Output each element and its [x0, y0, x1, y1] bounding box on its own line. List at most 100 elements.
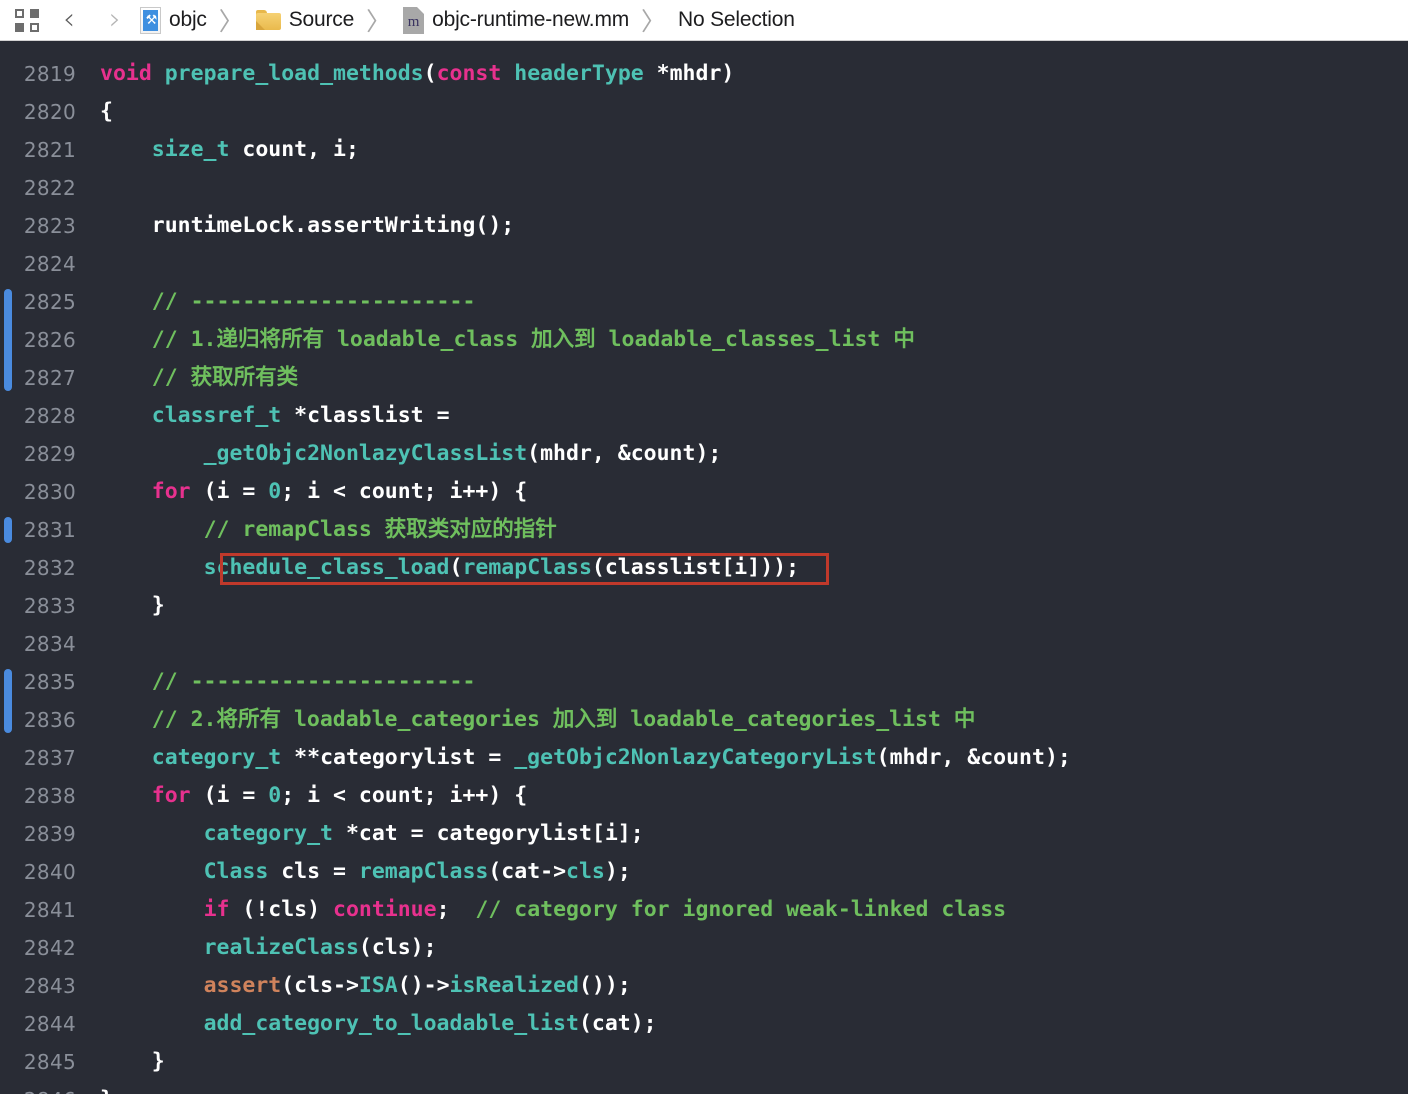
code-line[interactable]: 2844 add_category_to_loadable_list(cat);: [0, 1005, 1408, 1043]
code-line[interactable]: 2820 {: [0, 93, 1408, 131]
chevron-left-icon: ‹: [63, 2, 75, 37]
line-number: 2834: [23, 632, 76, 656]
folder-icon: [255, 10, 281, 30]
breadcrumb-label-selection: No Selection: [678, 8, 795, 31]
line-number: 2837: [23, 746, 76, 770]
change-bar[interactable]: [4, 517, 12, 543]
navigate-back-button[interactable]: ‹: [46, 1, 92, 39]
jump-bar: ‹ › ⚒ objc 〉 Source 〉 m objc-runtime-new…: [0, 0, 1408, 41]
code-line[interactable]: 2838 for (i = 0; i < count; i++) {: [0, 777, 1408, 815]
line-number: 2820: [23, 100, 76, 124]
code-line[interactable]: 2833 }: [0, 587, 1408, 625]
code-text: }: [100, 587, 165, 625]
line-number: 2842: [23, 936, 76, 960]
code-text: add_category_to_loadable_list(cat);: [100, 1005, 657, 1043]
code-line[interactable]: 2846}: [0, 1081, 1408, 1094]
token-pl: }: [100, 1049, 165, 1074]
line-number: 2823: [23, 214, 76, 238]
code-line[interactable]: 2826 // 1.递归将所有 loadable_class 加入到 loada…: [0, 321, 1408, 359]
breadcrumb-label-file: objc-runtime-new.mm: [432, 8, 630, 31]
token-cmt: // remapClass 获取类对应的指针: [203, 517, 557, 542]
code-line[interactable]: 2827 // 获取所有类: [0, 359, 1408, 397]
code-line[interactable]: 2839 category_t *cat = categorylist[i];: [0, 815, 1408, 853]
token-cmt: // ----------------------: [151, 669, 476, 694]
code-line[interactable]: 2828 classref_t *classlist =: [0, 397, 1408, 435]
navigate-forward-button[interactable]: ›: [92, 1, 138, 39]
breadcrumb-item-file[interactable]: m objc-runtime-new.mm: [401, 6, 631, 34]
code-line[interactable]: 2825 // ----------------------: [0, 283, 1408, 321]
token-pl: (cls->: [281, 973, 359, 998]
breadcrumb-item-selection[interactable]: No Selection: [676, 8, 797, 32]
token-type: headerType: [514, 61, 644, 86]
code-line[interactable]: 2832 schedule_class_load(remapClass(clas…: [0, 549, 1408, 587]
line-number: 2844: [23, 1012, 76, 1036]
breadcrumb-separator-icon: 〉: [641, 7, 667, 36]
token-pl: (cat);: [578, 1011, 657, 1036]
token-kw: continue: [333, 897, 437, 922]
code-text: {: [100, 93, 113, 131]
code-line[interactable]: 2822: [0, 169, 1408, 207]
line-number: 2839: [23, 822, 76, 846]
token-num: 0: [268, 479, 282, 504]
code-line[interactable]: 2835 // ----------------------: [0, 663, 1408, 701]
code-line[interactable]: 2824: [0, 245, 1408, 283]
editor-grid-icon: [15, 8, 39, 32]
token-kw: for: [151, 783, 191, 808]
code-text: _getObjc2NonlazyClassList(mhdr, &count);: [100, 435, 722, 473]
line-number: 2830: [23, 480, 76, 504]
token-pl: (mhdr, &count);: [876, 745, 1071, 770]
code-line[interactable]: 2837 category_t **categorylist = _getObj…: [0, 739, 1408, 777]
code-line[interactable]: 2842 realizeClass(cls);: [0, 929, 1408, 967]
code-line[interactable]: 2819 void prepare_load_methods(const head…: [0, 55, 1408, 93]
token-pl: (i =: [190, 783, 269, 808]
token-pl: ()->: [397, 973, 450, 998]
line-number: 2838: [23, 784, 76, 808]
code-line[interactable]: 2829 _getObjc2NonlazyClassList(mhdr, &co…: [0, 435, 1408, 473]
token-fn: add_category_to_loadable_list: [203, 1011, 579, 1036]
code-line[interactable]: 2834: [0, 625, 1408, 663]
change-bar[interactable]: [4, 289, 12, 391]
line-number: 2840: [23, 860, 76, 884]
token-fn: schedule_class_load: [203, 555, 450, 580]
token-type: size_t: [151, 137, 230, 162]
line-number: 2841: [23, 898, 76, 922]
code-line[interactable]: 2843 assert(cls->ISA()->isRealized());: [0, 967, 1408, 1005]
token-prop: cls: [566, 859, 605, 884]
code-line[interactable]: 2821 size_t count, i;: [0, 131, 1408, 169]
code-text: // remapClass 获取类对应的指针: [100, 511, 557, 549]
code-line[interactable]: 2840 Class cls = remapClass(cat->cls);: [0, 853, 1408, 891]
breadcrumb-separator-icon: 〉: [218, 7, 244, 36]
token-cmt: // 2.将所有 loadable_categories 加入到 loadabl…: [151, 707, 976, 732]
code-line[interactable]: 2841 if (!cls) continue; // category for…: [0, 891, 1408, 929]
code-line[interactable]: 2831 // remapClass 获取类对应的指针: [0, 511, 1408, 549]
source-editor[interactable]: 2819 void prepare_load_methods(const head…: [0, 41, 1408, 1094]
line-number: 2832: [23, 556, 76, 580]
token-pl: }: [100, 593, 165, 618]
code-line[interactable]: 2836 // 2.将所有 loadable_categories 加入到 lo…: [0, 701, 1408, 739]
code-text: assert(cls->ISA()->isRealized());: [100, 967, 631, 1005]
change-bar[interactable]: [4, 669, 12, 733]
token-pl: {: [100, 99, 113, 124]
code-line[interactable]: 2830 for (i = 0; i < count; i++) {: [0, 473, 1408, 511]
line-number: 2833: [23, 594, 76, 618]
code-lines-container[interactable]: 2819 void prepare_load_methods(const head…: [0, 41, 1408, 1094]
line-number: 2843: [23, 974, 76, 998]
code-text: schedule_class_load(remapClass(classlist…: [100, 549, 799, 587]
editor-layout-button[interactable]: [8, 1, 46, 39]
token-fn: prepare_load_methods: [164, 61, 424, 86]
token-kw: const: [436, 61, 502, 86]
code-line[interactable]: 2823 runtimeLock.assertWriting();: [0, 207, 1408, 245]
token-macro: assert: [203, 973, 282, 998]
code-text: Class cls = remapClass(cat->cls);: [100, 853, 631, 891]
breadcrumb-item-folder[interactable]: Source: [254, 8, 356, 32]
token-pl: (classlist[i]));: [591, 555, 800, 580]
code-line[interactable]: 2845 }: [0, 1043, 1408, 1081]
token-pl: (: [423, 61, 437, 86]
breadcrumb-item-project[interactable]: ⚒ objc: [138, 6, 209, 34]
